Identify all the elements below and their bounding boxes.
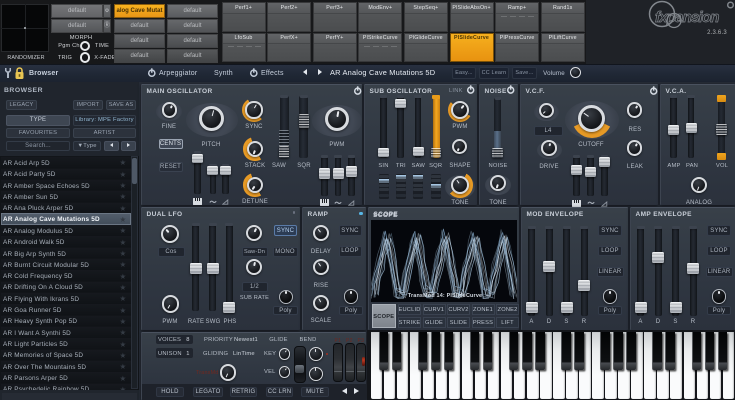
svg-text:fxpansion: fxpansion [655, 9, 719, 26]
